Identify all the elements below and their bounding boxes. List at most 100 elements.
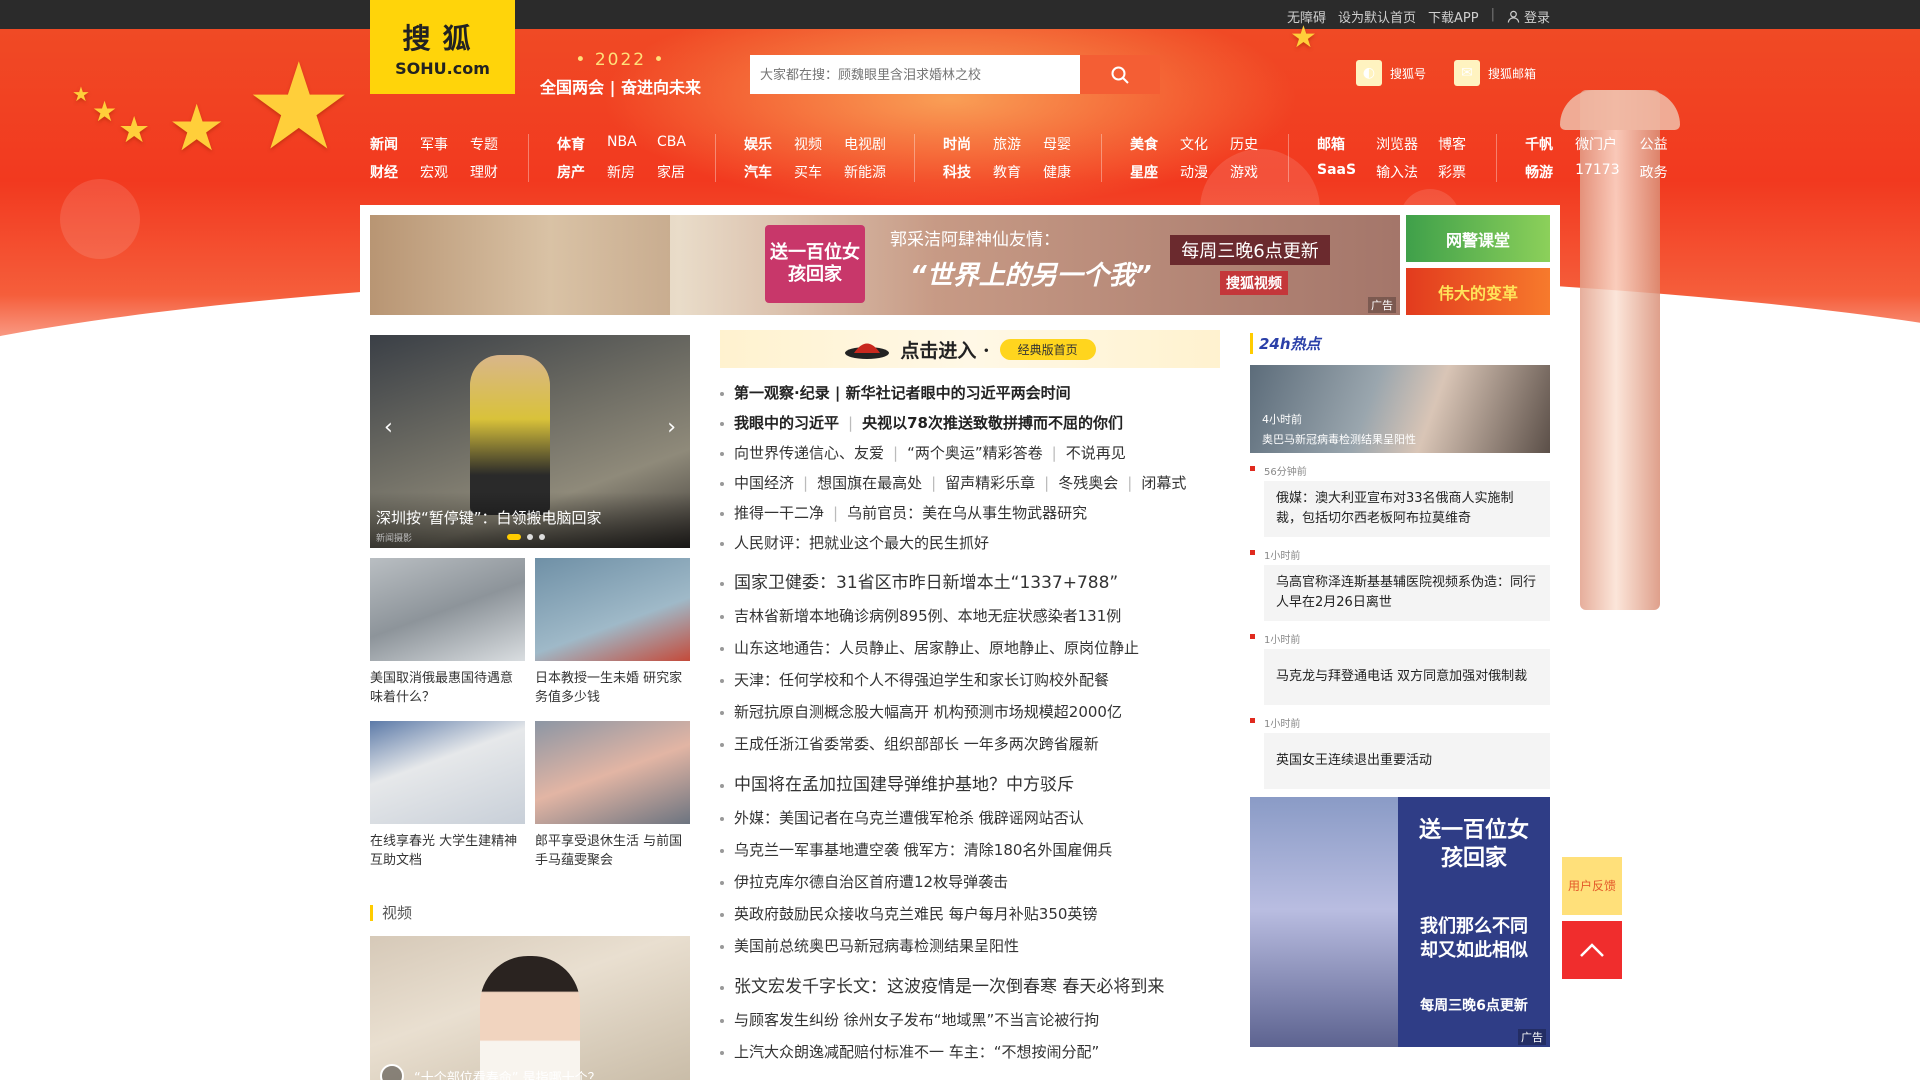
nav-item[interactable]: 电视剧 xyxy=(844,134,886,154)
news-item[interactable]: 吉林省新增本地确诊病例895例、本地无症状感染者131例 xyxy=(720,600,1220,632)
nav-item[interactable]: 体育 xyxy=(557,134,587,154)
news-item[interactable]: 伊拉克库尔德自治区首府遭12枚导弹袭击 xyxy=(720,866,1220,898)
news-item[interactable]: 天津：任何学校和个人不得强迫学生和家长订购校外配餐 xyxy=(720,664,1220,696)
news-item[interactable]: 乌克兰一军事基地遭空袭 俄军方：清除180名外国雇佣兵 xyxy=(720,834,1220,866)
nav-item[interactable]: 财经 xyxy=(370,162,400,182)
news-item[interactable]: 人民财评：把就业这个最大的民生抓好 xyxy=(720,528,1220,558)
sohuhao-link[interactable]: ◐ 搜狐号 xyxy=(1356,60,1426,86)
nav-item[interactable]: 畅游 xyxy=(1525,162,1555,182)
news-item[interactable]: 英政府鼓励民众接收乌克兰难民 每户每月补贴350英镑 xyxy=(720,898,1220,930)
headline-item[interactable]: 张文宏发千字长文：这波疫情是一次倒春寒 春天必将到来 xyxy=(720,970,1220,1004)
news-title[interactable]: “两个奥运”精彩答卷 xyxy=(907,444,1043,462)
news-title[interactable]: 想国旗在最高处 xyxy=(817,474,922,492)
hot-top-card[interactable]: 4小时前 奥巴马新冠病毒检测结果呈阳性 xyxy=(1250,365,1550,453)
nav-item[interactable]: 军事 xyxy=(420,134,450,154)
classic-home-button[interactable]: 经典版首页 xyxy=(999,338,1096,360)
nav-item[interactable]: 新闻 xyxy=(370,134,400,154)
headline-item[interactable]: 国家卫健委：31省区市昨日新增本土“1337+788” xyxy=(720,566,1220,600)
sohu-mail-link[interactable]: ✉ 搜狐邮箱 xyxy=(1454,60,1536,86)
photo-card[interactable]: 美国取消俄最惠国待遇意味着什么？ xyxy=(370,558,525,707)
nav-item[interactable]: 星座 xyxy=(1130,162,1160,182)
news-title[interactable]: 我眼中的习近平 xyxy=(734,414,839,432)
nav-item[interactable]: 历史 xyxy=(1230,134,1260,154)
nav-item[interactable]: 时尚 xyxy=(943,134,973,154)
news-title[interactable]: 央视以78次推送致敬拼搏而不屈的你们 xyxy=(862,414,1123,432)
news-item[interactable]: 与顾客发生纠纷 徐州女子发布“地域黑”不当言论被行拘 xyxy=(720,1004,1220,1036)
photo-card[interactable]: 郎平享受退休生活 与前国手马蕴雯聚会 xyxy=(535,721,690,870)
news-title[interactable]: 向世界传递信心、友爱 xyxy=(734,444,884,462)
search-input[interactable] xyxy=(750,55,1080,94)
news-item[interactable]: 王成任浙江省委常委、组织部部长 一年多两次跨省履新 xyxy=(720,728,1220,760)
news-title[interactable]: 冬残奥会 xyxy=(1058,474,1118,492)
headline-item[interactable]: 中国将在孟加拉国建导弹维护基地？中方驳斥 xyxy=(720,768,1220,802)
nav-item[interactable]: 宏观 xyxy=(420,162,450,182)
nav-item[interactable]: 彩票 xyxy=(1438,162,1468,182)
news-title[interactable]: 留声精彩乐章 xyxy=(945,474,1035,492)
news-title[interactable]: 中国经济 xyxy=(734,474,794,492)
nav-item[interactable]: 政务 xyxy=(1640,162,1670,182)
nav-item[interactable]: 游戏 xyxy=(1230,162,1260,182)
nav-item[interactable]: 博客 xyxy=(1438,134,1468,154)
nav-item[interactable]: 理财 xyxy=(470,162,500,182)
search-button[interactable] xyxy=(1080,55,1160,94)
hot-item[interactable]: 56分钟前 俄媒：澳大利亚宣布对33名俄商人实施制裁，包括切尔西老板阿布拉莫维奇 xyxy=(1250,463,1550,537)
nav-item[interactable]: 专题 xyxy=(470,134,500,154)
news-item[interactable]: 美国前总统奥巴马新冠病毒检测结果呈阳性 xyxy=(720,930,1220,962)
nav-item[interactable]: 公益 xyxy=(1640,134,1670,154)
nav-item[interactable]: 旅游 xyxy=(993,134,1023,154)
slider-dot[interactable] xyxy=(527,534,533,540)
hot-item[interactable]: 1小时前 马克龙与拜登通电话 双方同意加强对俄制裁 xyxy=(1250,631,1550,705)
nav-item[interactable]: 母婴 xyxy=(1043,134,1073,154)
nav-item[interactable]: 新房 xyxy=(607,162,637,182)
news-title[interactable]: 推得一干二净 xyxy=(734,504,824,522)
news-title[interactable]: 乌前官员：美在乌从事生物武器研究 xyxy=(847,504,1087,522)
chevron-right-icon[interactable]: › xyxy=(667,415,676,440)
nav-item[interactable]: 17173 xyxy=(1575,162,1620,182)
nav-item[interactable]: 汽车 xyxy=(744,162,774,182)
side-ad-police[interactable]: 网警课堂 xyxy=(1406,215,1550,262)
news-item[interactable]: 向世界传递信心、友爱 | “两个奥运”精彩答卷 | 不说再见 xyxy=(720,438,1220,468)
news-title[interactable]: 不说再见 xyxy=(1066,444,1126,462)
back-to-top-button[interactable] xyxy=(1562,921,1622,979)
nav-item[interactable]: 房产 xyxy=(557,162,587,182)
hot-item[interactable]: 1小时前 乌高官称泽连斯基基辅医院视频系伪造：同行人早在2月26日离世 xyxy=(1250,547,1550,621)
set-homepage-link[interactable]: 设为默认首页 xyxy=(1338,7,1416,26)
hot-24h-title[interactable]: 24h热点 xyxy=(1250,333,1321,354)
news-item[interactable]: 我眼中的习近平 | 央视以78次推送致敬拼搏而不屈的你们 xyxy=(720,408,1220,438)
login-link[interactable]: 登录 xyxy=(1507,7,1550,26)
nav-item[interactable]: 动漫 xyxy=(1180,162,1210,182)
slider-dot[interactable] xyxy=(539,534,545,540)
slider-dot[interactable] xyxy=(507,534,521,540)
nav-item[interactable]: 娱乐 xyxy=(744,134,774,154)
chevron-left-icon[interactable]: ‹ xyxy=(384,415,393,440)
nav-item[interactable]: 健康 xyxy=(1043,162,1073,182)
nav-item[interactable]: SaaS xyxy=(1317,162,1356,182)
nav-item[interactable]: 科技 xyxy=(943,162,973,182)
photo-card[interactable]: 日本教授一生未婚 研究家务值多少钱 xyxy=(535,558,690,707)
download-app-link[interactable]: 下载APP xyxy=(1428,7,1479,26)
nav-item[interactable]: 买车 xyxy=(794,162,824,182)
side-ad-reform[interactable]: 伟大的变革 xyxy=(1406,268,1550,315)
news-item[interactable]: 山东这地通告：人员静止、居家静止、原地静止、原岗位静止 xyxy=(720,632,1220,664)
news-item[interactable]: 新冠抗原自测概念股大幅高开 机构预测市场规模超2000亿 xyxy=(720,696,1220,728)
news-title[interactable]: 闭幕式 xyxy=(1141,474,1186,492)
nav-item[interactable]: CBA xyxy=(657,134,687,154)
news-item[interactable]: 第一观察·纪录 | 新华社记者眼中的习近平两会时间 xyxy=(720,378,1220,408)
right-video-ad[interactable]: 送一百位女孩回家 我们那么不同却又如此相似 每周三晚6点更新 广告 xyxy=(1250,797,1550,1047)
nav-item[interactable]: 文化 xyxy=(1180,134,1210,154)
video-card[interactable]: “十个部位看寿命” 是指哪十个？ xyxy=(370,936,690,1080)
nav-item[interactable]: 输入法 xyxy=(1376,162,1418,182)
nav-item[interactable]: 教育 xyxy=(993,162,1023,182)
nav-item[interactable]: 视频 xyxy=(794,134,824,154)
feedback-button[interactable]: 用户反馈 xyxy=(1562,857,1622,915)
nav-item[interactable]: 美食 xyxy=(1130,134,1160,154)
video-section-title[interactable]: 视频 xyxy=(370,905,412,921)
nav-item[interactable]: 微门户 xyxy=(1575,134,1620,154)
nav-item[interactable]: 千帆 xyxy=(1525,134,1555,154)
nav-item[interactable]: 新能源 xyxy=(844,162,886,182)
classic-home-banner[interactable]: 点击进入 · 经典版首页 xyxy=(720,330,1220,368)
nav-item[interactable]: 浏览器 xyxy=(1376,134,1418,154)
news-item[interactable]: 上汽大众朗逸减配赔付标准不一 车主：“不想按闹分配” xyxy=(720,1036,1220,1068)
top-banner-ad[interactable]: 送一百位女孩回家 郭采洁阿肆神仙友情： “世界上的另一个我” 每周三晚6点更新 … xyxy=(370,215,1400,315)
photo-slider[interactable]: ‹ › 深圳按“暂停键”：白领搬电脑回家 新闻摄影 xyxy=(370,335,690,548)
